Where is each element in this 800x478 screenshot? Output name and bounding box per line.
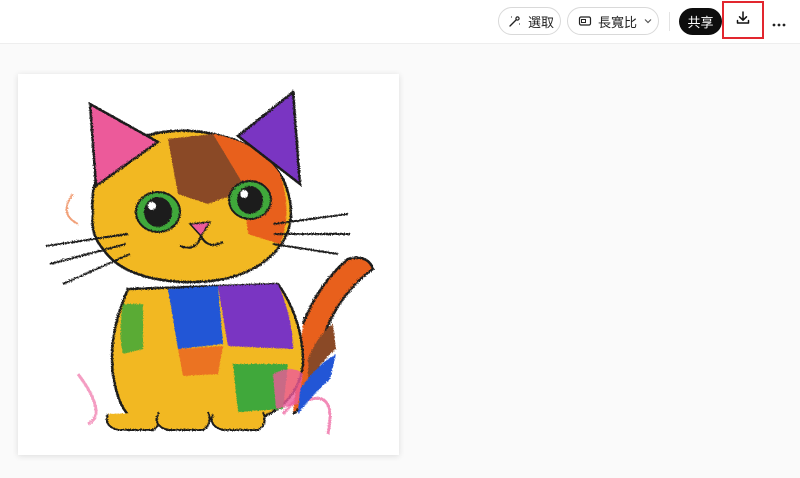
share-label: 共享 <box>687 16 714 31</box>
more-horizontal-icon <box>772 12 786 31</box>
chevron-down-icon <box>643 16 653 26</box>
select-label: 選取 <box>528 15 555 31</box>
download-button[interactable] <box>722 1 764 39</box>
aspect-ratio-label: 長寬比 <box>598 15 638 31</box>
select-button[interactable]: 選取 <box>498 7 561 35</box>
share-button[interactable]: 共享 <box>679 8 722 35</box>
magic-select-icon <box>508 14 522 28</box>
aspect-ratio-dropdown[interactable]: 長寬比 <box>567 7 659 35</box>
download-icon <box>735 10 751 30</box>
top-toolbar: 選取 長寬比 共享 <box>0 0 800 44</box>
crayon-cat-image <box>18 74 399 455</box>
generated-image-card[interactable] <box>18 74 399 455</box>
toolbar-divider <box>669 12 670 31</box>
more-options-button[interactable] <box>768 10 790 32</box>
aspect-ratio-icon <box>578 14 592 28</box>
